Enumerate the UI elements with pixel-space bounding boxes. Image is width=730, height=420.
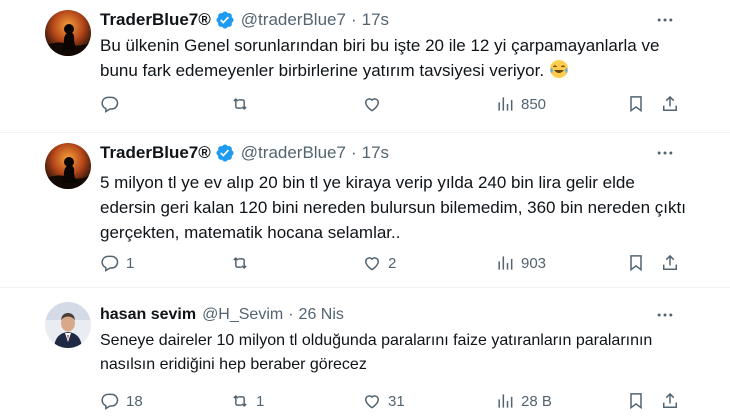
- share-icon: [663, 95, 677, 111]
- views-button[interactable]: 28 B: [495, 389, 552, 413]
- like-icon: [364, 257, 380, 271]
- face-with-tears-of-joy-icon: [549, 59, 569, 79]
- like-icon: [364, 395, 380, 409]
- tweet-actions: 18 1 31 28 B: [100, 389, 690, 413]
- avatar[interactable]: [45, 10, 91, 56]
- author-name[interactable]: TraderBlue7®: [100, 10, 211, 30]
- retweet-button[interactable]: [230, 251, 256, 275]
- tweet-text: Seneye daireler 10 milyon tl olduğunda p…: [100, 332, 653, 373]
- reply-icon: [101, 393, 119, 410]
- tweet-actions: 1 2 903: [100, 251, 690, 275]
- bookmark-icon: [630, 393, 642, 410]
- retweet-count: 1: [256, 392, 265, 410]
- views-count: 903: [521, 254, 547, 272]
- like-count: 31: [388, 392, 405, 410]
- tweet-text-content: Bu ülkenin Genel sorunlarından biri bu i…: [100, 36, 660, 80]
- share-icon: [663, 392, 677, 408]
- share-button[interactable]: [660, 92, 680, 116]
- tweet-actions: 850: [100, 92, 690, 116]
- timestamp[interactable]: 17s: [362, 10, 389, 30]
- author-handle[interactable]: @traderBlue7: [241, 143, 346, 163]
- bookmark-button[interactable]: [626, 389, 646, 413]
- more-icon[interactable]: [654, 304, 676, 326]
- timestamp[interactable]: 17s: [362, 143, 389, 163]
- timestamp[interactable]: 26 Nis: [299, 306, 344, 324]
- views-icon: [498, 97, 513, 111]
- reply-icon: [101, 96, 119, 113]
- avatar[interactable]: [45, 143, 91, 189]
- more-icon[interactable]: [654, 9, 676, 31]
- reply-count: 18: [126, 392, 143, 410]
- author-name[interactable]: TraderBlue7®: [100, 143, 211, 163]
- separator: ·: [350, 143, 357, 162]
- author-handle[interactable]: @H_Sevim: [202, 306, 283, 324]
- like-icon: [364, 98, 380, 112]
- share-button[interactable]: [660, 389, 680, 413]
- retweet-icon: [233, 257, 247, 269]
- like-count: 2: [388, 254, 397, 272]
- reply-button[interactable]: 1: [100, 251, 134, 275]
- views-count: 28 B: [521, 392, 552, 410]
- tweet-text: 5 milyon tl ye ev alıp 20 bin tl ye kira…: [100, 173, 686, 242]
- like-button[interactable]: 2: [362, 251, 396, 275]
- separator: ·: [350, 10, 357, 29]
- reply-button[interactable]: [100, 92, 126, 116]
- more-icon[interactable]: [654, 142, 676, 164]
- bookmark-icon: [630, 96, 642, 113]
- retweet-button[interactable]: 1: [230, 389, 264, 413]
- share-icon: [663, 254, 677, 270]
- views-icon: [498, 256, 513, 270]
- bookmark-button[interactable]: [626, 251, 646, 275]
- tweet-text: Bu ülkenin Genel sorunlarından biri bu i…: [100, 33, 690, 83]
- verified-badge-icon: [215, 143, 235, 163]
- tweet-header: TraderBlue7® @traderBlue7 · 17s: [100, 9, 389, 31]
- views-count: 850: [521, 95, 547, 113]
- like-button[interactable]: [362, 92, 388, 116]
- like-button[interactable]: 31: [362, 389, 405, 413]
- verified-badge-icon: [215, 10, 235, 30]
- bookmark-icon: [630, 255, 642, 272]
- views-button[interactable]: 903: [495, 251, 546, 275]
- views-icon: [498, 394, 513, 408]
- tweet-header: hasan sevim @H_Sevim · 26 Nis: [100, 304, 344, 326]
- bookmark-button[interactable]: [626, 92, 646, 116]
- author-name[interactable]: hasan sevim: [100, 306, 196, 324]
- tweet-feed: TraderBlue7® @traderBlue7 · 17s Bu ülken…: [0, 0, 730, 420]
- retweet-button[interactable]: [230, 92, 256, 116]
- tweet-header: TraderBlue7® @traderBlue7 · 17s: [100, 142, 389, 164]
- views-button[interactable]: 850: [495, 92, 546, 116]
- reply-count: 1: [126, 254, 135, 272]
- retweet-icon: [233, 98, 247, 110]
- author-handle[interactable]: @traderBlue7: [241, 10, 346, 30]
- separator: ·: [288, 306, 294, 323]
- tweet[interactable]: hasan sevim @H_Sevim · 26 Nis Seneye dai…: [0, 288, 730, 420]
- tweet[interactable]: TraderBlue7® @traderBlue7 · 17s 5 milyon…: [0, 133, 730, 288]
- reply-icon: [101, 255, 119, 272]
- avatar[interactable]: [45, 302, 91, 348]
- retweet-icon: [233, 395, 247, 407]
- share-button[interactable]: [660, 251, 680, 275]
- reply-button[interactable]: 18: [100, 389, 143, 413]
- tweet[interactable]: TraderBlue7® @traderBlue7 · 17s Bu ülken…: [0, 0, 730, 133]
